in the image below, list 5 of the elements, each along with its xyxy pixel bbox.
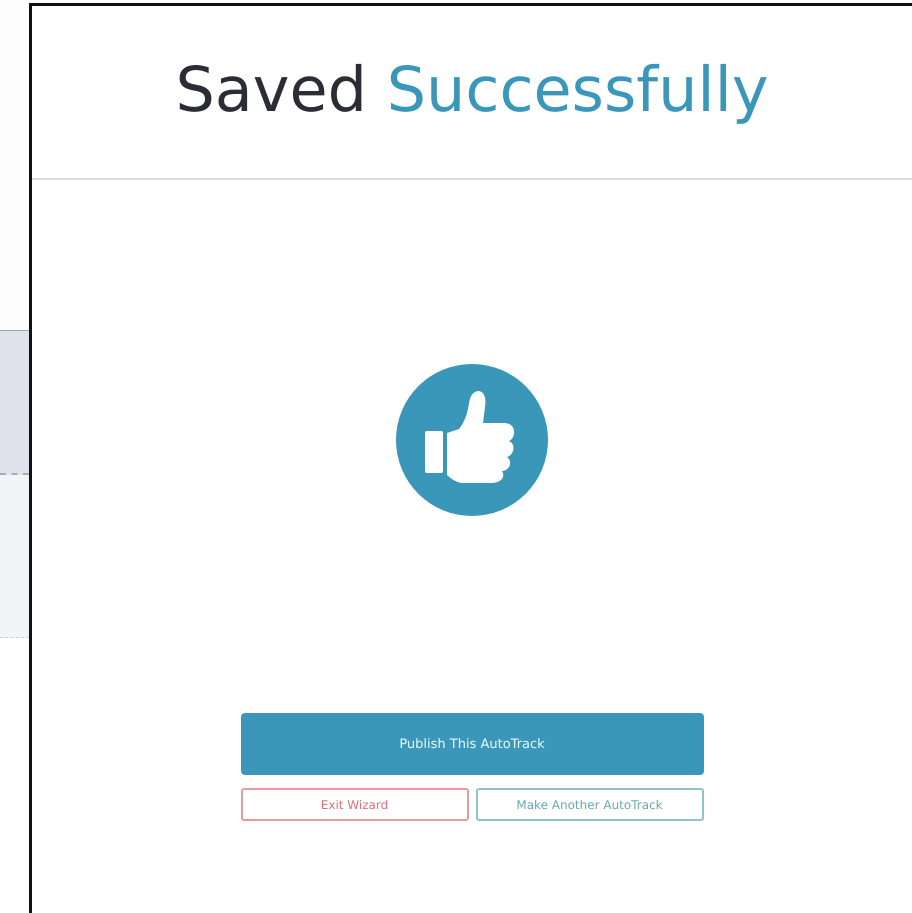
thumbs-up-icon <box>395 363 549 517</box>
dialog-title: Saved Successfully <box>175 52 769 128</box>
exit-button[interactable]: Exit Wizard <box>240 788 468 821</box>
create-button[interactable]: Make Another AutoTrack <box>476 788 704 821</box>
publish-button[interactable]: Publish This AutoTrack <box>240 713 704 775</box>
